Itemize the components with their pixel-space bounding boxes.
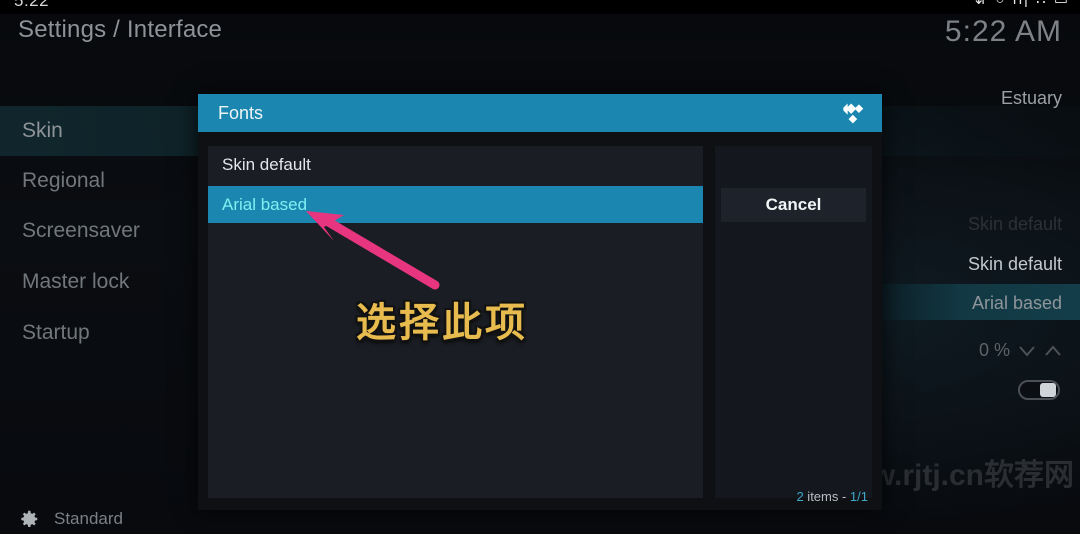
sidebar-item-label: Master lock xyxy=(22,270,130,293)
kodi-clock: 5:22 AM xyxy=(944,15,1062,48)
value-dim-setting[interactable]: Skin default xyxy=(968,214,1062,235)
list-item-label: Arial based xyxy=(222,195,308,214)
dialog-button-column: Cancel xyxy=(715,146,872,498)
kodi-logo-icon xyxy=(843,103,864,124)
sidebar-item-label: Regional xyxy=(22,169,105,192)
settings-level-bar[interactable]: Standard xyxy=(18,508,123,530)
sidebar-item-label: Screensaver xyxy=(22,219,140,242)
dialog-body: Skin default Arial based Cancel 2 items … xyxy=(198,132,882,510)
dialog-header: Fonts xyxy=(198,94,882,132)
zoom-value: 0 % xyxy=(978,340,1010,360)
status-bar-clock: 5:22 xyxy=(14,0,50,10)
status-bar-icons: ⇵ ○ ıl| ∴ ▭ xyxy=(975,0,1070,8)
android-status-bar: 5:22 ⇵ ○ ıl| ∴ ▭ xyxy=(0,0,1080,14)
gear-icon xyxy=(21,510,38,527)
sidebar-item-label: Skin xyxy=(22,119,63,142)
value-colours-setting[interactable]: Skin default xyxy=(968,254,1062,275)
annotation-caption: 选择此项 xyxy=(356,301,528,345)
page-title: Settings / Interface xyxy=(18,16,223,43)
cancel-button[interactable]: Cancel xyxy=(721,188,866,222)
fonts-dialog: Fonts Skin default Arial based Cancel 2 … xyxy=(198,94,882,510)
value-fonts-setting[interactable]: Arial based xyxy=(972,293,1062,314)
item-count-middle: items - xyxy=(803,489,850,504)
screen-root: 5:22 ⇵ ○ ıl| ∴ ▭ Settings / Interface 5:… xyxy=(0,0,1080,534)
chevron-down-icon[interactable] xyxy=(1018,344,1036,358)
list-item-label: Skin default xyxy=(222,155,311,174)
zoom-spinner[interactable]: 0 % xyxy=(979,340,1062,361)
item-count-status: 2 items - 1/1 xyxy=(796,489,868,504)
list-item-skin-default[interactable]: Skin default xyxy=(208,146,703,183)
toggle-knob xyxy=(1040,383,1056,397)
settings-level-label: Standard xyxy=(54,509,123,528)
dialog-title: Fonts xyxy=(218,103,264,123)
chevron-up-icon[interactable] xyxy=(1044,344,1062,358)
value-skin-name[interactable]: Estuary xyxy=(1001,88,1062,109)
list-item-arial-based[interactable]: Arial based xyxy=(208,186,703,223)
item-count-page: 1/1 xyxy=(849,489,868,504)
toggle-switch[interactable] xyxy=(1018,380,1060,400)
sidebar-item-label: Startup xyxy=(22,321,90,344)
item-count-number: 2 xyxy=(796,489,804,504)
